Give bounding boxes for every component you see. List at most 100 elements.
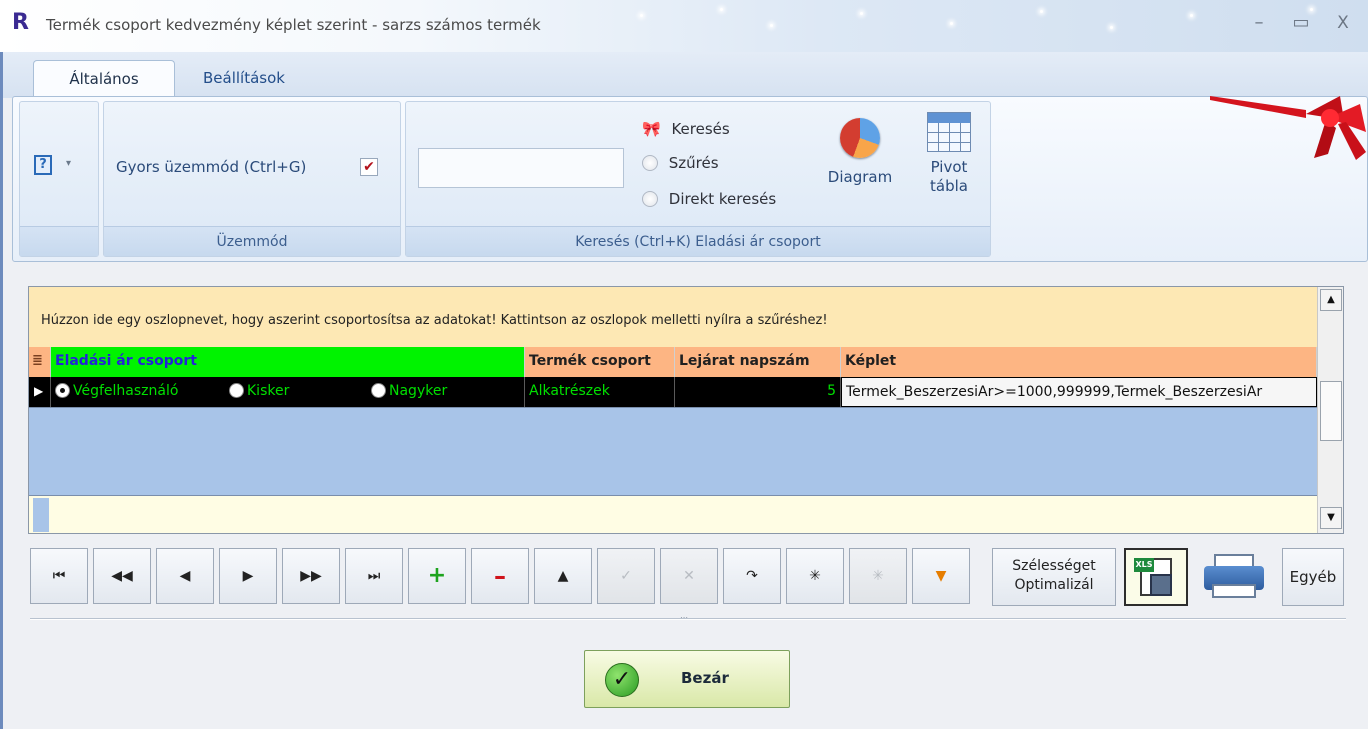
cell-eladasi-ar-csoport[interactable]: Végfelhasználó Kisker Nagyker xyxy=(51,377,525,407)
bow-icon: 🎀 xyxy=(642,120,661,138)
close-button[interactable]: ✓ Bezár xyxy=(584,650,790,708)
nav-last-button[interactable]: ⏭ xyxy=(345,548,403,604)
decoration-star xyxy=(720,8,723,11)
scroll-down-button[interactable]: ▼ xyxy=(1320,507,1342,529)
column-header-keplet[interactable]: Képlet xyxy=(841,347,1317,377)
pivot-label-line2: tábla xyxy=(930,177,968,195)
option-label: Kisker xyxy=(247,383,290,399)
nav-refresh-button[interactable]: ↷ xyxy=(723,548,781,604)
decoration-star xyxy=(1040,10,1043,13)
table-row[interactable]: ▶ Végfelhasználó Kisker Nagyker Alkatrés… xyxy=(29,377,1317,407)
radio-icon xyxy=(55,383,70,398)
optimize-width-button[interactable]: Szélességet Optimalizál xyxy=(992,548,1116,606)
cell-keplet[interactable]: Termek_BeszerzesiAr>=1000,999999,Termek_… xyxy=(841,377,1317,407)
christmas-ribbon-icon xyxy=(1210,96,1366,160)
ribbon-panel: ? ▾ Gyors üzemmód (Ctrl+G) ✔ Üzemmód 🎀 K… xyxy=(12,96,1368,262)
radio-direkt-label: Direkt keresés xyxy=(668,190,777,208)
radio-circle-icon xyxy=(642,191,658,207)
optimize-label-line2: Optimalizál xyxy=(1014,577,1094,593)
scroll-thumb[interactable] xyxy=(1320,381,1342,441)
grid-empty-area xyxy=(29,407,1317,495)
option-kisker[interactable]: Kisker xyxy=(229,377,289,405)
column-header-termek-csoport[interactable]: Termék csoport xyxy=(525,347,675,377)
decoration-star xyxy=(1190,14,1193,17)
nav-filter-button[interactable]: ▼ xyxy=(912,548,970,604)
column-chooser-button[interactable]: ≣ xyxy=(29,347,51,377)
diagram-label: Diagram xyxy=(827,168,893,186)
nav-post-button[interactable]: ✓ xyxy=(597,548,655,604)
nav-next-page-button[interactable]: ▶▶ xyxy=(282,548,340,604)
option-label: Végfelhasználó xyxy=(73,383,179,399)
pivot-table-icon xyxy=(927,112,971,152)
group-by-panel[interactable]: Húzzon ide egy oszlopnevet, hogy aszerin… xyxy=(29,287,1317,347)
pivot-table-button[interactable]: Pivot tábla xyxy=(918,110,980,220)
group-caption-mode: Üzemmód xyxy=(104,226,400,256)
nav-edit-button[interactable]: ▲ xyxy=(534,548,592,604)
quick-mode-checkbox[interactable]: ✔ xyxy=(360,158,378,176)
tab-altalanos[interactable]: Általános xyxy=(33,60,175,98)
other-button[interactable]: Egyéb xyxy=(1282,548,1344,606)
row-indicator-icon: ▶ xyxy=(29,377,51,407)
radio-kereses-label: Keresés xyxy=(671,120,730,138)
pivot-label: Pivot tábla xyxy=(918,158,980,196)
grid-new-row[interactable] xyxy=(29,495,1317,533)
floppy-disk-icon xyxy=(1150,574,1172,596)
ribbon-tab-strip: Általános Beállítások xyxy=(0,52,1368,98)
nav-next-button[interactable]: ▶ xyxy=(219,548,277,604)
ribbon-group-search: 🎀 Keresés Szűrés Direkt keresés Diagram … xyxy=(405,101,991,257)
help-icon: ? xyxy=(34,155,52,175)
radio-icon xyxy=(371,383,386,398)
cell-lejarat-napszam[interactable]: 5 xyxy=(675,377,841,407)
print-button[interactable] xyxy=(1198,548,1268,606)
printer-paper xyxy=(1212,584,1256,598)
window-title: Termék csoport kedvezmény képlet szerint… xyxy=(46,16,541,34)
help-dropdown-button[interactable]: ? ▾ xyxy=(30,152,88,182)
column-header-lejarat-napszam[interactable]: Lejárat napszám xyxy=(675,347,841,377)
radio-szures[interactable]: Szűrés xyxy=(642,154,719,172)
radio-kereses[interactable]: 🎀 Keresés xyxy=(642,120,730,138)
window-left-border xyxy=(0,52,3,729)
decoration-star xyxy=(950,22,953,25)
nav-delete-button[interactable]: – xyxy=(471,548,529,604)
nav-prev-button[interactable]: ◀ xyxy=(156,548,214,604)
tab-beallitasok[interactable]: Beállítások xyxy=(183,60,305,98)
nav-bookmark-button[interactable]: ✳ xyxy=(786,548,844,604)
search-input[interactable] xyxy=(418,148,624,188)
nav-goto-bookmark-button[interactable]: ✳ xyxy=(849,548,907,604)
option-vegfelhasznalo[interactable]: Végfelhasználó xyxy=(55,377,178,405)
xls-badge: XLS xyxy=(1134,558,1154,572)
radio-szures-label: Szűrés xyxy=(668,154,719,172)
nav-first-button[interactable]: ⏮ xyxy=(30,548,88,604)
app-logo: R xyxy=(12,10,29,35)
radio-icon xyxy=(229,383,244,398)
radio-circle-icon xyxy=(642,155,658,171)
pivot-label-line1: Pivot xyxy=(930,158,968,176)
radio-direkt-kereses[interactable]: Direkt keresés xyxy=(642,190,776,208)
decoration-star xyxy=(640,14,643,17)
ribbon-group-help: ? ▾ xyxy=(19,101,99,257)
nav-prev-page-button[interactable]: ◀◀ xyxy=(93,548,151,604)
group-caption-help xyxy=(20,226,98,256)
option-nagyker[interactable]: Nagyker xyxy=(371,377,447,405)
cell-termek-csoport[interactable]: Alkatrészek xyxy=(525,377,675,407)
vertical-scrollbar[interactable]: ▲ ▼ xyxy=(1317,287,1343,533)
title-bar: R Termék csoport kedvezmény képlet szeri… xyxy=(0,0,1368,52)
nav-add-button[interactable]: + xyxy=(408,548,466,604)
data-grid[interactable]: Húzzon ide egy oszlopnevet, hogy aszerin… xyxy=(28,286,1344,534)
quick-mode-label: Gyors üzemmód (Ctrl+G) xyxy=(116,158,307,176)
maximize-button[interactable]: ▭ xyxy=(1288,10,1314,36)
optimize-label-line1: Szélességet xyxy=(1012,558,1096,574)
column-header-eladasi-ar-csoport[interactable]: Eladási ár csoport xyxy=(51,347,525,377)
scroll-up-button[interactable]: ▲ xyxy=(1320,289,1342,311)
checkmark-icon: ✓ xyxy=(605,663,639,697)
close-window-button[interactable]: X xyxy=(1330,10,1356,36)
export-xls-button[interactable]: XLS xyxy=(1124,548,1188,606)
grid-header-row: ≣ Eladási ár csoport Termék csoport Lejá… xyxy=(29,347,1317,377)
pie-chart-icon xyxy=(840,118,880,158)
option-label: Nagyker xyxy=(389,383,448,399)
minimize-button[interactable]: – xyxy=(1246,10,1272,36)
decoration-star xyxy=(1110,26,1113,29)
splitter-grip-icon: ⋯ xyxy=(680,613,688,622)
diagram-button[interactable]: Diagram xyxy=(818,112,902,212)
nav-cancel-button[interactable]: ✕ xyxy=(660,548,718,604)
